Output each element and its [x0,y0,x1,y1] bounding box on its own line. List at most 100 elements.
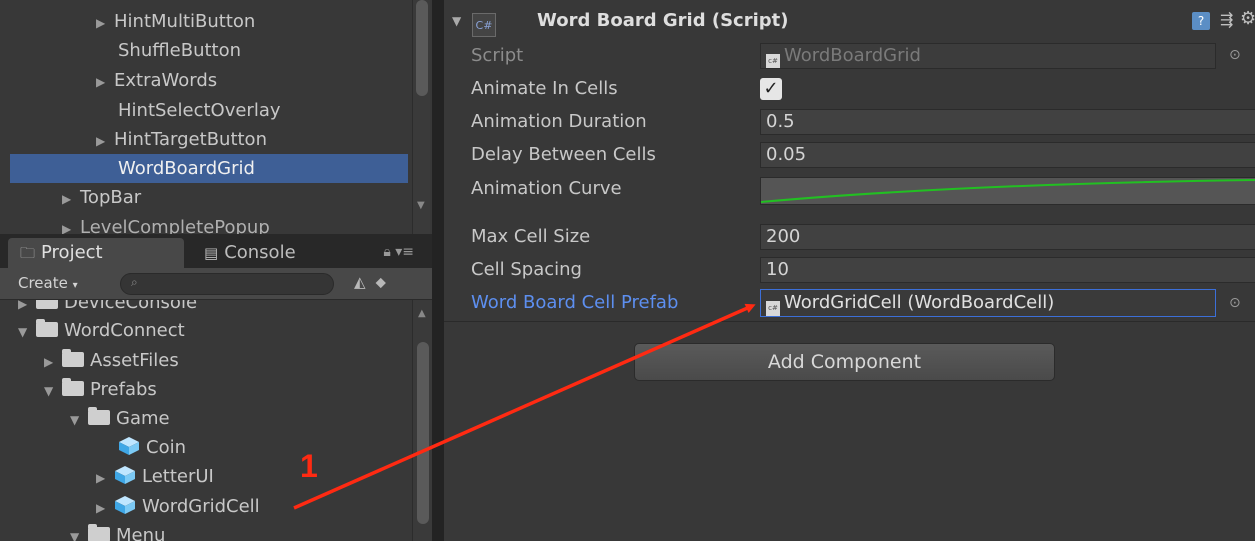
tree-item-label: AssetFiles [90,350,179,371]
gear-icon[interactable]: ⚙ [1240,8,1255,29]
tab-console[interactable]: ▤ Console [192,238,362,268]
max-cell-size-label: Max Cell Size [471,226,591,247]
search-input[interactable]: ⌕ [120,273,334,295]
prefab-cube-icon [115,496,135,514]
expand-arrow-icon[interactable]: ▶ [96,127,108,156]
collapse-arrow-icon[interactable]: ▼ [70,522,82,541]
expand-arrow-icon[interactable]: ▶ [96,493,108,523]
expand-arrow-icon[interactable]: ▶ [62,215,74,234]
hierarchy-item-wordboardgrid[interactable]: WordBoardGrid [10,154,408,183]
word-board-cell-prefab-label: Word Board Cell Prefab [471,292,679,313]
tree-item-label: WordGridCell [142,496,260,517]
script-file-icon: c# [766,54,780,68]
scrollbar-thumb[interactable] [417,342,429,524]
hierarchy-item-levelcompletepopup[interactable]: ▶ LevelCompletePopup [0,213,270,234]
expand-arrow-icon[interactable]: ▶ [44,347,56,377]
delay-between-cells-label: Delay Between Cells [471,144,656,165]
tree-item-label: Game [116,408,170,429]
hierarchy-item-hinttargetbutton[interactable]: ▶ HintTargetButton [0,125,267,154]
scroll-up-icon[interactable]: ▲ [418,308,426,319]
tree-item-label: Coin [146,437,186,458]
project-scrollbar[interactable]: ▲ [412,300,432,541]
collapse-arrow-icon[interactable]: ▼ [44,376,56,406]
filter-by-label-icon[interactable]: ⬥ [376,273,397,291]
scroll-down-icon[interactable]: ▼ [417,200,425,211]
tree-item-wordgridcell[interactable]: ▶ WordGridCell [0,492,260,522]
tree-item-label: LetterUI [142,466,214,487]
preset-icon[interactable]: ⇶ [1220,10,1233,29]
curve-preview [761,179,1255,203]
folder-icon [36,319,58,337]
folder-icon: 🗀 [20,244,36,262]
hierarchy-item-hintselectoverlay[interactable]: HintSelectOverlay [0,96,281,125]
tree-item-prefabs[interactable]: ▼ Prefabs [0,375,157,405]
prefab-value: WordGridCell (WordBoardCell) [784,292,1055,313]
tab-label: Project [41,242,103,263]
word-board-cell-prefab-field[interactable]: c# WordGridCell (WordBoardCell) [760,289,1216,317]
folder-icon [88,524,110,541]
tree-item-menu[interactable]: ▼ Menu [0,521,165,541]
scrollbar-thumb[interactable] [416,0,428,96]
object-picker-icon[interactable]: ⊙ [1229,47,1241,63]
project-filter-icons: ◭⬥ [354,273,396,291]
hierarchy-item-label: ShuffleButton [118,40,242,61]
cell-spacing-label: Cell Spacing [471,259,582,280]
hierarchy-panel: ▶ HintMultiButton ShuffleButton ▶ ExtraWor… [0,0,432,234]
tree-item-coin[interactable]: Coin [0,433,186,463]
collapse-arrow-icon[interactable]: ▼ [18,317,30,347]
project-tree: ▶ DeviceConsole ▼ WordConnect ▶ AssetFiles … [0,300,412,541]
tree-item-game[interactable]: ▼ Game [0,404,170,434]
inspector-panel: ▼ C# Word Board Grid (Script) ? ⇶ ⚙ Scri… [444,0,1255,541]
collapse-arrow-icon[interactable]: ▼ [70,405,82,435]
hierarchy-item-label: ExtraWords [114,70,218,91]
animation-curve-field[interactable] [760,177,1255,205]
project-toolbar: Create ▾ ⌕ ◭⬥ [0,268,432,300]
expand-arrow-icon[interactable]: ▶ [62,185,74,214]
tab-project[interactable]: 🗀 Project [8,238,184,268]
create-button[interactable]: Create ▾ [18,274,78,292]
object-picker-icon[interactable]: ⊙ [1229,295,1241,311]
cell-spacing-input[interactable]: 10 [760,257,1255,283]
tree-item-letterui[interactable]: ▶ LetterUI [0,462,214,492]
create-label: Create [18,274,68,292]
expand-arrow-icon[interactable]: ▶ [96,68,108,97]
script-file-icon: c# [766,301,780,316]
tree-item-wordconnect[interactable]: ▼ WordConnect [0,316,185,346]
annotation-number: 1 [300,448,318,484]
filter-by-type-icon[interactable]: ◭ [354,273,376,291]
delay-between-cells-input[interactable]: 0.05 [760,142,1255,168]
add-component-button[interactable]: Add Component [634,343,1055,381]
folder-icon [62,349,84,367]
hierarchy-item-topbar[interactable]: ▶ TopBar [0,183,141,212]
hierarchy-item-hintmultibutton[interactable]: ▶ HintMultiButton [0,7,255,36]
tree-item-label: WordConnect [64,320,185,341]
hierarchy-item-label: HintSelectOverlay [118,100,281,121]
hierarchy-scrollbar[interactable]: ▼ [412,0,430,234]
menu-icon[interactable]: ▾≡ [395,244,414,260]
foldout-arrow-icon[interactable]: ▼ [452,14,461,28]
hierarchy-item-extrawords[interactable]: ▶ ExtraWords [0,66,217,95]
tree-item-assetfiles[interactable]: ▶ AssetFiles [0,346,179,376]
component-header[interactable]: ▼ C# Word Board Grid (Script) ? ⇶ ⚙ [444,6,1255,40]
console-icon: ▤ [204,244,219,262]
hierarchy-item-label: TopBar [80,187,142,208]
tree-item-label: Menu [116,525,166,541]
help-icon[interactable]: ? [1192,12,1210,30]
panel-divider[interactable] [432,0,444,541]
component-separator [444,321,1255,322]
animation-duration-input[interactable]: 0.5 [760,109,1255,135]
search-icon: ⌕ [131,275,138,289]
animate-in-cells-label: Animate In Cells [471,78,618,99]
lock-icon[interactable]: 🔒︎ [383,244,390,260]
expand-arrow-icon[interactable]: ▶ [96,9,108,38]
hierarchy-item-label: WordBoardGrid [118,158,255,179]
hierarchy-item-shufflebutton[interactable]: ShuffleButton [0,36,241,65]
hierarchy-item-label: LevelCompletePopup [80,217,270,234]
animation-curve-label: Animation Curve [471,178,622,199]
script-value: WordBoardGrid [784,45,921,66]
dropdown-arrow-icon: ▾ [72,280,78,291]
animate-in-cells-checkbox[interactable]: ✓ [760,78,782,100]
tree-item-label: Prefabs [90,379,157,400]
expand-arrow-icon[interactable]: ▶ [96,463,108,493]
max-cell-size-input[interactable]: 200 [760,224,1255,250]
